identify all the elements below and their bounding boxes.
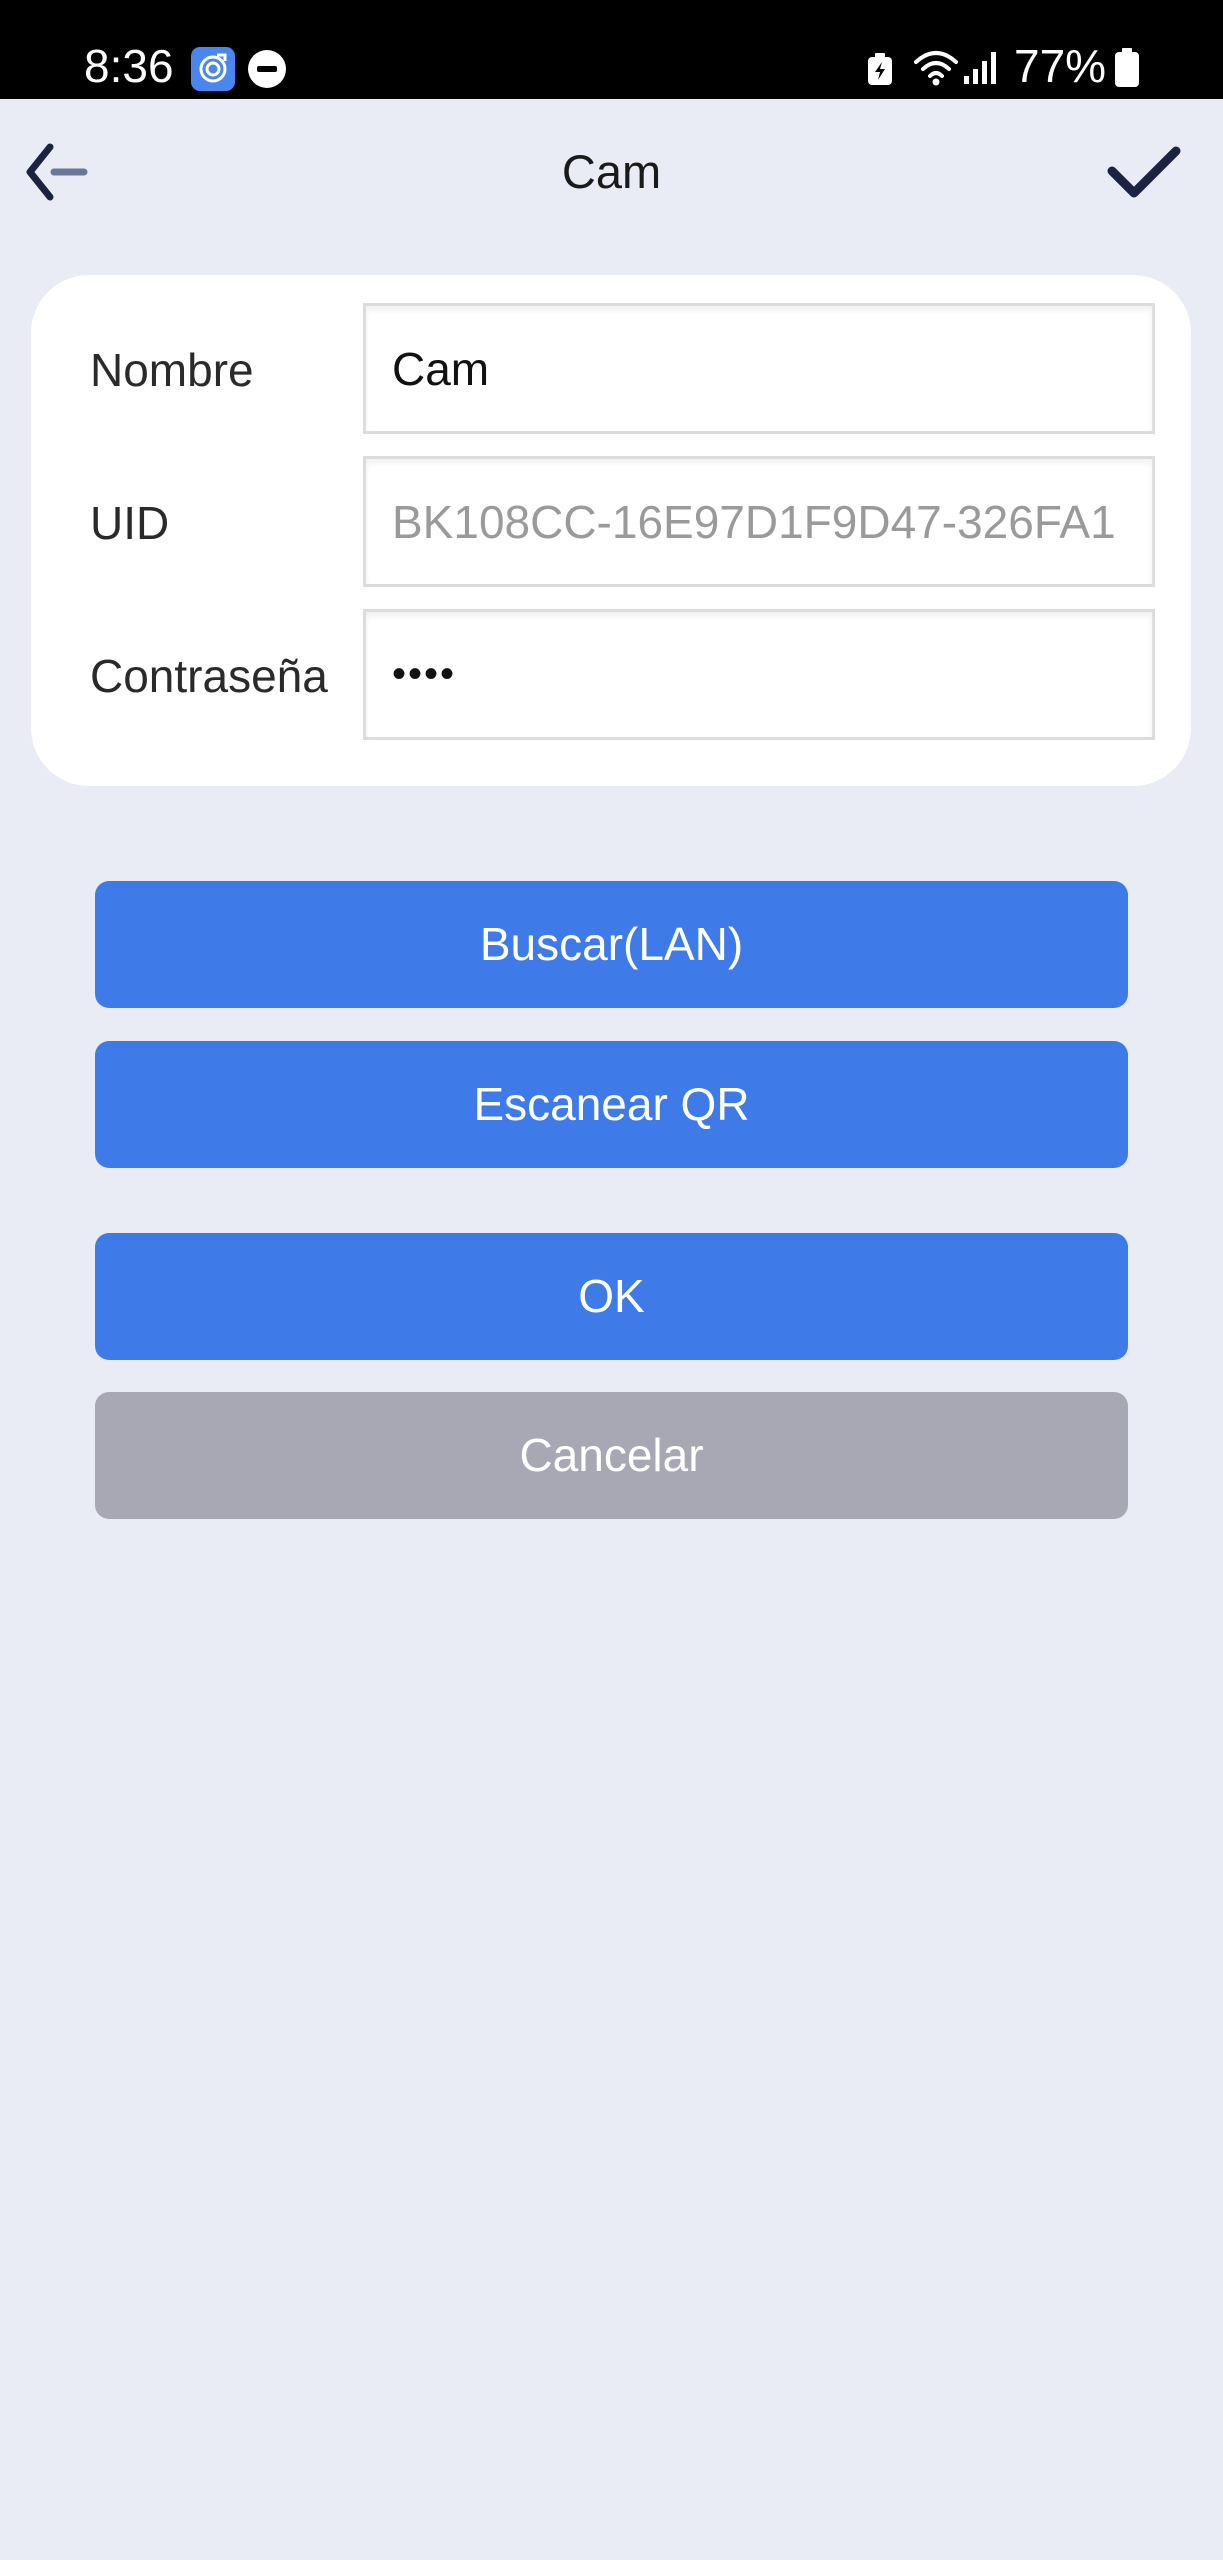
search-lan-button[interactable]: Buscar(LAN) — [95, 881, 1128, 1008]
header: Cam — [0, 99, 1223, 249]
battery-saver-icon — [866, 53, 894, 92]
name-label: Nombre — [90, 344, 254, 396]
page-title: Cam — [561, 145, 662, 198]
uid-input[interactable] — [363, 456, 1155, 587]
uid-label: UID — [90, 497, 170, 549]
password-label: Contraseña — [90, 650, 328, 702]
status-time: 8:36 — [84, 40, 174, 92]
battery-percent: 77% — [1014, 40, 1107, 92]
cancel-button[interactable]: Cancelar — [95, 1392, 1128, 1519]
app-notification-icon — [191, 47, 235, 91]
uid-row: UID — [31, 456, 1191, 590]
do-not-disturb-icon — [248, 50, 286, 88]
scan-qr-button[interactable]: Escanear QR — [95, 1041, 1128, 1168]
device-form-card: Nombre UID Contraseña — [31, 275, 1191, 786]
name-input[interactable] — [363, 303, 1155, 434]
status-bar: 8:36 77% — [0, 0, 1223, 99]
wifi-icon — [912, 48, 960, 93]
password-row: Contraseña — [31, 609, 1191, 743]
checkmark-icon — [1107, 146, 1181, 198]
battery-icon — [1114, 48, 1140, 93]
password-input[interactable] — [363, 609, 1155, 740]
signal-icon — [962, 50, 1002, 91]
confirm-button[interactable] — [1106, 143, 1182, 203]
ok-button[interactable]: OK — [95, 1233, 1128, 1360]
name-row: Nombre — [31, 303, 1191, 437]
